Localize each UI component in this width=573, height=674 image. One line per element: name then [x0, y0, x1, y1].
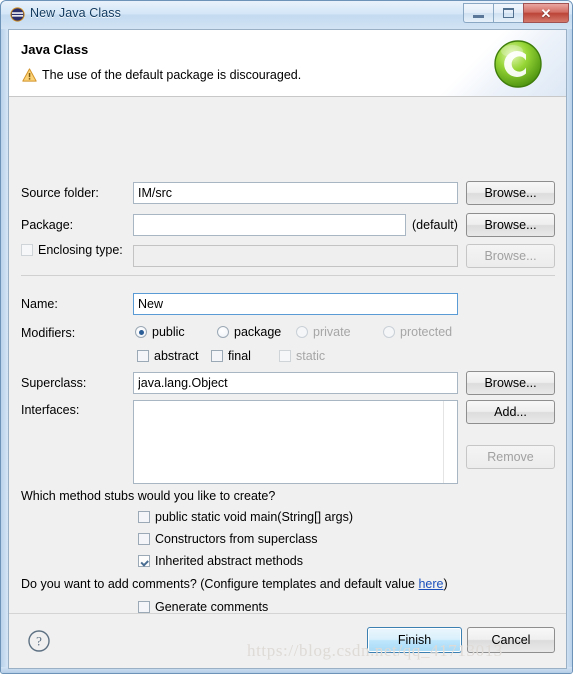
comments-question-prefix: Do you want to add comments? (Configure … [21, 577, 419, 591]
radio-private-icon [296, 326, 308, 338]
name-input[interactable] [133, 293, 458, 315]
checkbox-generate-comments-icon[interactable] [138, 601, 150, 613]
enclosing-type-input [133, 245, 458, 267]
stub-checkbox-main[interactable]: public static void main(String[] args) [138, 510, 353, 524]
package-input[interactable] [133, 214, 406, 236]
modifier-private-label: private [313, 325, 351, 339]
modifier-checkbox-static: static [279, 349, 325, 363]
dialog-form: Source folder: Browse... Package: (defau… [9, 97, 566, 616]
checkbox-inherited-abstract-icon[interactable] [138, 555, 150, 567]
cancel-button[interactable]: Cancel [467, 627, 555, 653]
new-java-class-dialog: New Java Class ✕ Java Class The use of t… [0, 0, 573, 674]
radio-protected-icon [383, 326, 395, 338]
modifier-protected-label: protected [400, 325, 453, 339]
modifier-radio-package[interactable]: package [217, 325, 281, 339]
radio-public-icon[interactable] [135, 326, 147, 338]
page-title: Java Class [21, 42, 89, 57]
generate-comments-label: Generate comments [155, 600, 269, 614]
close-icon: ✕ [540, 5, 552, 21]
checkbox-abstract-icon[interactable] [137, 350, 149, 362]
window-controls: ✕ [463, 3, 569, 24]
modifiers-label: Modifiers: [21, 326, 76, 340]
source-folder-input[interactable] [133, 182, 458, 204]
interfaces-label: Interfaces: [21, 403, 80, 417]
interfaces-add-button[interactable]: Add... [466, 400, 555, 424]
maximize-button[interactable] [493, 3, 523, 23]
modifier-public-label: public [152, 325, 185, 339]
minimize-icon [473, 15, 484, 18]
title-bar[interactable]: New Java Class ✕ [1, 1, 572, 29]
enclosing-type-checkbox-group[interactable]: Enclosing type: [21, 243, 123, 257]
separator-top [21, 275, 555, 276]
package-default-hint: (default) [412, 218, 458, 232]
checkbox-main-method-icon[interactable] [138, 511, 150, 523]
window-title: New Java Class [30, 6, 122, 20]
generate-comments-checkbox-group[interactable]: Generate comments [138, 600, 268, 614]
stub-main-label: public static void main(String[] args) [155, 510, 353, 524]
method-stubs-question: Which method stubs would you like to cre… [21, 489, 276, 503]
source-folder-label: Source folder: [21, 186, 99, 200]
superclass-label: Superclass: [21, 376, 87, 390]
interfaces-remove-button: Remove [466, 445, 555, 469]
modifier-final-label: final [228, 349, 251, 363]
close-button[interactable]: ✕ [523, 3, 569, 23]
header-message: The use of the default package is discou… [42, 68, 302, 82]
checkbox-constructors-icon[interactable] [138, 533, 150, 545]
interfaces-scrollbar[interactable] [443, 401, 457, 483]
minimize-button[interactable] [463, 3, 493, 23]
modifier-checkbox-final[interactable]: final [211, 349, 251, 363]
name-label: Name: [21, 297, 58, 311]
stub-checkbox-constructors[interactable]: Constructors from superclass [138, 532, 318, 546]
enclosing-type-label: Enclosing type: [38, 243, 123, 257]
stub-constructors-label: Constructors from superclass [155, 532, 318, 546]
help-question-icon[interactable]: ? [27, 629, 51, 653]
source-folder-browse-button[interactable]: Browse... [466, 181, 555, 205]
dialog-header: Java Class The use of the default packag… [9, 30, 566, 97]
maximize-icon [503, 8, 514, 18]
warning-triangle-icon [22, 68, 37, 82]
checkbox-final-icon[interactable] [211, 350, 223, 362]
configure-templates-link[interactable]: here [418, 577, 443, 591]
modifier-radio-private: private [296, 325, 351, 339]
checkbox-static-icon [279, 350, 291, 362]
modifier-radio-protected: protected [383, 325, 452, 339]
finish-button[interactable]: Finish [367, 627, 462, 653]
dialog-footer: ? Finish Cancel [9, 613, 566, 668]
superclass-browse-button[interactable]: Browse... [466, 371, 555, 395]
enclosing-type-browse-button: Browse... [466, 244, 555, 268]
modifier-radio-public[interactable]: public [135, 325, 185, 339]
stub-inherited-label: Inherited abstract methods [155, 554, 303, 568]
modifier-checkbox-abstract[interactable]: abstract [137, 349, 198, 363]
svg-text:?: ? [36, 634, 42, 649]
dialog-client-area: Java Class The use of the default packag… [8, 29, 567, 669]
radio-package-icon[interactable] [217, 326, 229, 338]
enclosing-type-checkbox[interactable] [21, 244, 33, 256]
interfaces-listbox[interactable] [133, 400, 458, 484]
modifier-abstract-label: abstract [154, 349, 199, 363]
green-c-class-icon [492, 38, 544, 90]
modifier-static-label: static [296, 349, 326, 363]
java-class-icon [10, 7, 25, 22]
package-browse-button[interactable]: Browse... [466, 213, 555, 237]
package-label: Package: [21, 218, 74, 232]
stub-checkbox-inherited[interactable]: Inherited abstract methods [138, 554, 303, 568]
comments-question-suffix: ) [443, 577, 448, 591]
comments-question: Do you want to add comments? (Configure … [21, 577, 448, 591]
window-frame-left [1, 29, 8, 669]
superclass-input[interactable] [133, 372, 458, 394]
modifier-package-label: package [234, 325, 282, 339]
